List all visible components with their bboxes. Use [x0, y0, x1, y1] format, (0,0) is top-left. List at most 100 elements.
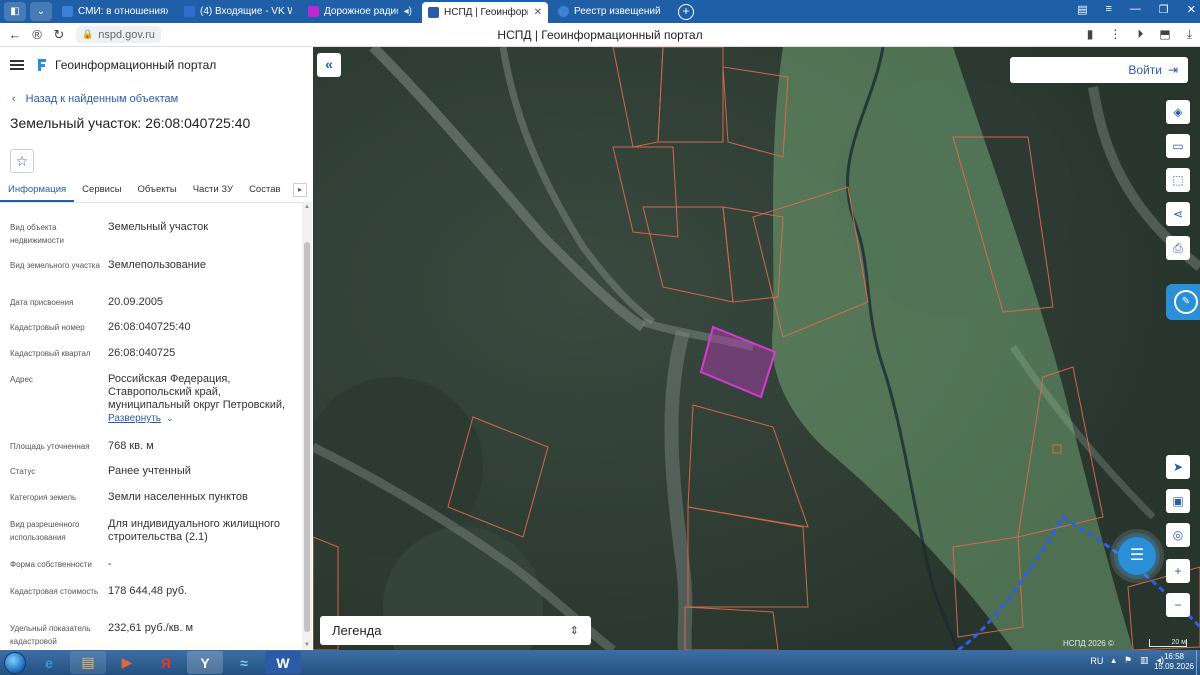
minimize-icon[interactable]: — — [1130, 3, 1141, 16]
share-icon: ⋖ — [1172, 207, 1184, 221]
layers-button[interactable]: ◈ — [1166, 100, 1190, 124]
browser-menu-icon[interactable]: ◧ — [4, 2, 26, 21]
attribute-label: Дата присвоения — [10, 298, 74, 307]
browser-tab[interactable]: (4) Входящие - VK WorkM — [178, 2, 298, 21]
attribute-label: Кадастровая стоимость — [10, 587, 99, 596]
tab-label: СМИ: в отношениях межд — [78, 6, 168, 17]
attribute-value: Земельный участок — [108, 221, 209, 233]
panel-scrollbar[interactable]: ▲ ▼ — [302, 202, 312, 650]
word-app-button[interactable]: W — [265, 651, 301, 674]
map-attribution: НСПД 2026 © — [1063, 639, 1114, 648]
tabs-scroll-right-icon[interactable]: ▸ — [293, 183, 307, 197]
tab-parts[interactable]: Части ЗУ — [185, 180, 241, 202]
attribute-label: Кадастровый квартал — [10, 349, 91, 358]
show-desktop-button[interactable] — [1196, 650, 1200, 675]
print-button[interactable]: ⎙ — [1166, 236, 1190, 260]
flag-icon[interactable]: ⚑ — [1124, 655, 1132, 666]
browser-tab[interactable]: Дорожное радио — ◂) — [302, 2, 418, 21]
chat-button[interactable]: ☰ — [1118, 537, 1156, 575]
mail-icon: ≈ — [240, 654, 248, 671]
restore-icon[interactable]: ❐ — [1159, 3, 1169, 16]
feedback-button[interactable]: ✎ — [1166, 284, 1200, 320]
reload-icon[interactable]: ↻ — [48, 27, 70, 43]
explorer-app-button[interactable]: ▤ — [70, 651, 106, 674]
start-button[interactable] — [2, 651, 28, 675]
basemap-button[interactable]: ▣ — [1166, 489, 1190, 513]
portal-logo-icon — [38, 59, 46, 71]
close-window-icon[interactable]: ✕ — [1187, 3, 1196, 16]
browser-tab-strip: ◧ ⌄ СМИ: в отношениях межд (4) Входящие … — [0, 0, 1200, 23]
mail-app-button[interactable]: ≈ — [226, 651, 262, 674]
select-area-icon: ⬚ — [1172, 173, 1184, 187]
internet-explorer-icon: e — [45, 654, 53, 671]
geolocate-button[interactable]: ➤ — [1166, 455, 1190, 479]
feedback-icon: ✎ — [1174, 290, 1198, 314]
location-pin-icon: ◎ — [1172, 528, 1184, 542]
media-icon[interactable]: ⏵ — [1137, 27, 1143, 42]
close-tab-icon[interactable]: ✕ — [534, 7, 542, 18]
url-text: nspd.gov.ru — [98, 28, 155, 41]
satellite-map[interactable] — [313, 47, 1200, 650]
tab-composition[interactable]: Состав — [241, 180, 288, 202]
attribute-value: 178 644,48 руб. — [108, 585, 188, 597]
chat-icon: ☰ — [1129, 547, 1145, 564]
portal-brand: Геоинформационный портал — [55, 58, 217, 72]
browser-tab[interactable]: Реестр извещений — [552, 2, 672, 21]
bookmarks-icon[interactable]: ▤ — [1077, 3, 1087, 16]
attribute-label: Вид объекта недвижимости — [10, 223, 64, 245]
lock-icon: 🔒 — [82, 29, 94, 39]
yandex-browser-app-button[interactable]: Y — [187, 651, 223, 674]
ie-app-button[interactable]: e — [31, 651, 67, 674]
scrollbar-thumb[interactable] — [304, 242, 310, 632]
attribute-value: Земли населенных пунктов — [108, 491, 248, 503]
back-to-results-link[interactable]: ‹ Назад к найденным объектам — [12, 91, 313, 107]
share-button[interactable]: ⋖ — [1166, 202, 1190, 226]
attribute-value: Ранее учтенный — [108, 465, 191, 477]
clock[interactable]: 16:58 15.09.2026 — [1154, 652, 1194, 672]
favorite-button[interactable]: ☆ — [10, 149, 34, 173]
back-arrow-icon[interactable]: ← — [4, 27, 26, 42]
yandex-app-button[interactable]: Я — [148, 651, 184, 674]
tab-services[interactable]: Сервисы — [74, 180, 129, 202]
location-button[interactable]: ◎ — [1166, 523, 1190, 547]
tab-information[interactable]: Информация — [0, 180, 75, 202]
zoom-in-button[interactable]: + — [1166, 559, 1190, 583]
scroll-up-icon[interactable]: ▲ — [304, 204, 310, 210]
legend-label: Легенда — [332, 623, 382, 638]
map-view[interactable]: « Войти ⇥ ◈ ▭ ⬚ ⋖ ⎙ ✎ ➤ ▣ ◎ + − ☰ Легенд… — [313, 47, 1200, 650]
word-icon: W — [276, 654, 290, 671]
collapse-panel-button[interactable]: « — [317, 53, 341, 77]
browser-tab-active[interactable]: НСПД | Геоинформацио ✕ — [422, 2, 548, 23]
tab-favicon-icon — [62, 6, 73, 17]
tabs-dropdown-icon[interactable]: ⌄ — [30, 2, 52, 21]
extensions-icon[interactable]: ⬒ — [1159, 27, 1170, 42]
tabs-divider — [0, 202, 302, 203]
yandex-protect-icon[interactable]: ® — [26, 27, 48, 42]
scroll-down-icon[interactable]: ▼ — [304, 642, 310, 648]
bookmark-icon[interactable]: ▮ — [1087, 27, 1094, 42]
attribute-value: Для индивидуального жилищного строительс… — [108, 518, 281, 543]
login-button[interactable]: Войти ⇥ — [1010, 57, 1188, 83]
measure-button[interactable]: ▭ — [1166, 134, 1190, 158]
yandex-icon: Я — [160, 654, 172, 671]
tab-audio-icon[interactable]: ◂) — [404, 6, 412, 17]
select-area-button[interactable]: ⬚ — [1166, 168, 1190, 192]
zoom-out-button[interactable]: − — [1166, 593, 1190, 617]
tray-expand-icon[interactable]: ▴ — [1111, 655, 1116, 666]
tab-objects[interactable]: Объекты — [130, 180, 185, 202]
legend-dropdown[interactable]: Легенда ⇕ — [320, 616, 591, 645]
expand-address-link[interactable]: Развернуть ⌄ — [108, 412, 298, 425]
network-icon[interactable]: ▥ — [1140, 655, 1149, 666]
menu-dots-icon[interactable]: ⋮ — [1109, 27, 1121, 42]
tab-label: (4) Входящие - VK WorkM — [200, 6, 292, 17]
minus-icon: − — [1174, 598, 1182, 612]
media-app-button[interactable]: ▶ — [109, 651, 145, 674]
downloads-icon[interactable]: ⤓ — [1187, 27, 1192, 42]
new-tab-button[interactable]: + — [678, 3, 694, 20]
window-menu-icon[interactable]: ≡ — [1105, 3, 1111, 16]
language-indicator[interactable]: RU — [1090, 656, 1103, 666]
navigation-arrow-icon: ➤ — [1172, 460, 1184, 474]
hamburger-menu-icon[interactable] — [10, 60, 24, 70]
url-field[interactable]: 🔒 nspd.gov.ru — [76, 26, 161, 43]
browser-tab[interactable]: СМИ: в отношениях межд — [56, 2, 174, 21]
